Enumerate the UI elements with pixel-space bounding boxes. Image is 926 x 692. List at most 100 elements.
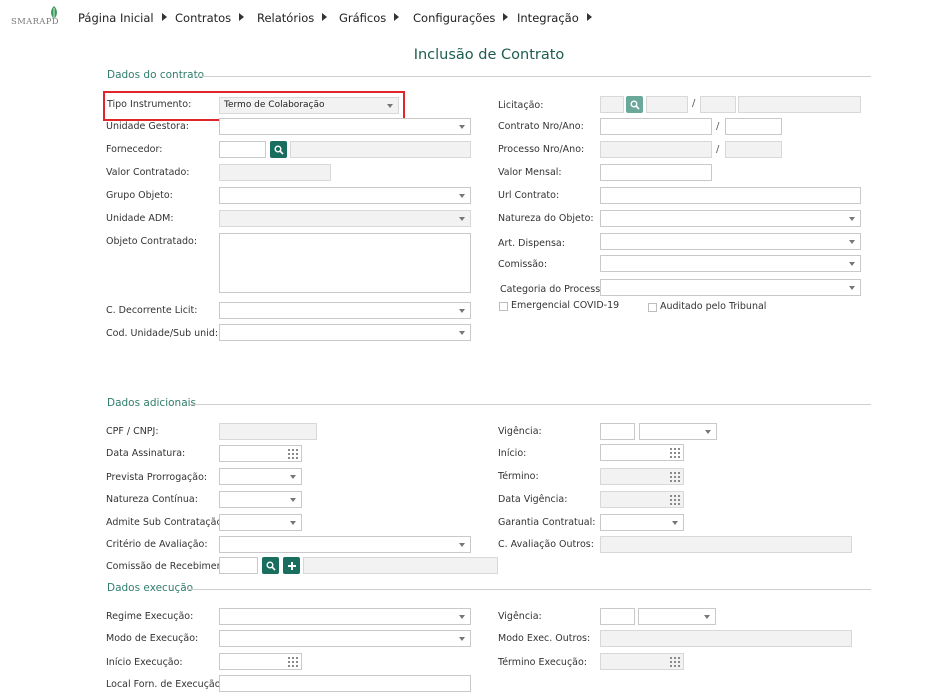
- garantia-contratual-select[interactable]: [600, 514, 684, 531]
- comissao-select[interactable]: [600, 255, 861, 272]
- licitacao-label: Licitação:: [498, 100, 544, 111]
- nav-label: Configurações: [413, 11, 496, 25]
- nav-contratos[interactable]: Contratos: [175, 11, 245, 25]
- tipo-instrumento-label: Tipo Instrumento:: [107, 99, 192, 110]
- art-dispensa-label: Art. Dispensa:: [498, 238, 565, 249]
- comissao-recebimento-add-button[interactable]: [283, 557, 300, 574]
- data-assinatura-input[interactable]: [219, 445, 302, 462]
- licitacao-slash: /: [692, 98, 696, 109]
- natureza-objeto-select[interactable]: [600, 210, 861, 227]
- unidade-gestora-label: Unidade Gestora:: [106, 121, 189, 132]
- comissao-recebimento-search-button[interactable]: [262, 557, 279, 574]
- page-title: Inclusão de Contrato: [413, 47, 565, 63]
- categoria-processo-select[interactable]: [600, 279, 861, 296]
- criterio-avaliacao-label: Critério de Avaliação:: [106, 539, 208, 550]
- vigencia-unit-select[interactable]: [639, 423, 717, 440]
- url-contrato-label: Url Contrato:: [498, 190, 560, 201]
- valor-mensal-input[interactable]: [600, 164, 712, 181]
- inicio-execucao-input[interactable]: [219, 653, 302, 670]
- caret-right-icon: [161, 13, 167, 21]
- unidade-gestora-select[interactable]: [219, 118, 471, 135]
- caret-right-icon: [394, 13, 400, 21]
- nav-graficos[interactable]: Gráficos: [339, 11, 400, 25]
- caret-right-icon: [239, 13, 245, 21]
- search-icon: [266, 561, 276, 571]
- auditado-tribunal-label: Auditado pelo Tribunal: [660, 301, 767, 312]
- licitacao-search-button[interactable]: [626, 96, 643, 113]
- auditado-tribunal-checkbox[interactable]: [648, 303, 657, 312]
- vigencia-label: Vigência:: [498, 426, 542, 437]
- emergencial-covid-label: Emergencial COVID-19: [511, 300, 620, 311]
- objeto-contratado-textarea[interactable]: [219, 233, 471, 293]
- local-forn-execucao-input[interactable]: [219, 675, 471, 692]
- nav-configuracoes[interactable]: Configurações: [413, 11, 509, 25]
- processo-ano-field: [725, 141, 782, 158]
- unidade-adm-select: [219, 210, 471, 227]
- calendar-icon: [670, 495, 680, 505]
- inicio-input[interactable]: [600, 444, 684, 461]
- termino-field: [600, 468, 684, 485]
- nav-label: Contratos: [175, 11, 232, 25]
- nav-label: Gráficos: [339, 11, 387, 25]
- contrato-ano-input[interactable]: [725, 118, 782, 135]
- comissao-recebimento-name-field: [303, 557, 498, 574]
- fornecedor-search-button[interactable]: [270, 141, 287, 158]
- vigencia-execucao-input[interactable]: [600, 608, 635, 625]
- caret-right-icon: [503, 13, 509, 21]
- url-contrato-input[interactable]: [600, 187, 861, 204]
- cod-unidade-label: Cod. Unidade/Sub unid:: [106, 328, 219, 339]
- prevista-prorrogacao-select[interactable]: [219, 468, 302, 485]
- prevista-prorrogacao-label: Prevista Prorrogação:: [106, 472, 208, 483]
- comissao-label: Comissão:: [498, 259, 548, 270]
- comissao-recebimento-code-input[interactable]: [219, 557, 258, 574]
- search-icon: [274, 145, 284, 155]
- licitacao-code-field: [600, 96, 624, 113]
- app-logo[interactable]: SMARAPD: [11, 6, 61, 30]
- calendar-icon[interactable]: [288, 657, 298, 667]
- art-dispensa-select[interactable]: [600, 233, 861, 250]
- cpf-cnpj-label: CPF / CNPJ:: [106, 426, 159, 437]
- vigencia-execucao-unit-select[interactable]: [638, 608, 716, 625]
- tipo-instrumento-select[interactable]: Termo de Colaboração: [219, 97, 399, 114]
- processo-numero-field: [600, 141, 712, 158]
- caret-right-icon: [586, 13, 592, 21]
- nav-integracao[interactable]: Integração: [517, 11, 592, 25]
- comissao-recebimento-label: Comissão de Recebimento:: [106, 561, 236, 572]
- fornecedor-label: Fornecedor:: [106, 144, 163, 155]
- contrato-numero-input[interactable]: [600, 118, 712, 135]
- admite-sub-select[interactable]: [219, 514, 302, 531]
- caret-right-icon: [322, 13, 328, 21]
- section-divider: [187, 589, 871, 590]
- calendar-icon: [670, 472, 680, 482]
- natureza-continua-label: Natureza Contínua:: [106, 494, 198, 505]
- grupo-objeto-select[interactable]: [219, 187, 471, 204]
- vigencia-input[interactable]: [600, 423, 635, 440]
- modo-exec-outros-label: Modo Exec. Outros:: [498, 633, 591, 644]
- vigencia-execucao-label: Vigência:: [498, 611, 542, 622]
- section-divider: [190, 404, 871, 405]
- calendar-icon[interactable]: [670, 448, 680, 458]
- valor-mensal-label: Valor Mensal:: [498, 167, 562, 178]
- plus-icon: [287, 561, 296, 570]
- termino-execucao-field: [600, 653, 684, 670]
- termino-execucao-label: Término Execução:: [498, 657, 587, 668]
- data-vigencia-field: [600, 491, 684, 508]
- emergencial-covid-checkbox[interactable]: [499, 302, 508, 311]
- nav-relatorios[interactable]: Relatórios: [257, 11, 328, 25]
- section-title-dados-contrato: Dados do contrato: [107, 69, 205, 81]
- calendar-icon[interactable]: [288, 449, 298, 459]
- contrato-nro-ano-label: Contrato Nro/Ano:: [498, 121, 584, 132]
- fornecedor-code-input[interactable]: [219, 141, 266, 158]
- processo-nro-ano-label: Processo Nro/Ano:: [498, 144, 585, 155]
- modo-execucao-select[interactable]: [219, 630, 471, 647]
- criterio-avaliacao-select[interactable]: [219, 536, 471, 553]
- natureza-continua-select[interactable]: [219, 491, 302, 508]
- c-decorrente-licit-select[interactable]: [219, 302, 471, 319]
- nav-pagina-inicial[interactable]: Página Inicial: [78, 11, 167, 25]
- regime-execucao-select[interactable]: [219, 608, 471, 625]
- cod-unidade-select[interactable]: [219, 324, 471, 341]
- valor-contratado-label: Valor Contratado:: [106, 167, 190, 178]
- licitacao-number-field: [646, 96, 688, 113]
- inicio-label: Início:: [498, 448, 527, 459]
- calendar-icon: [670, 657, 680, 667]
